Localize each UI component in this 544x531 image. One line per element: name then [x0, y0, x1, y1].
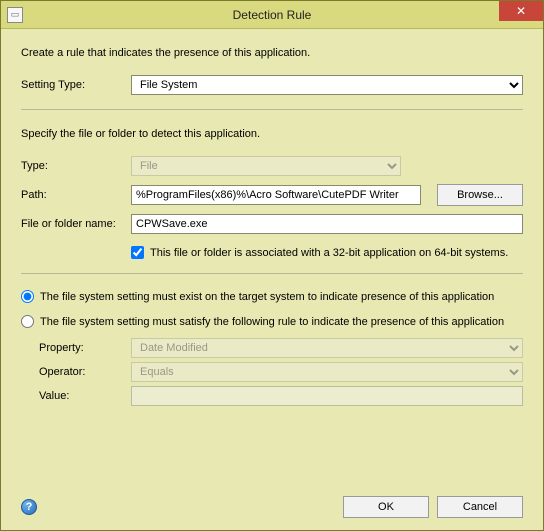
property-select: Date Modified: [131, 338, 523, 358]
assoc-32bit-checkbox[interactable]: [131, 246, 144, 259]
browse-button[interactable]: Browse...: [437, 184, 523, 206]
operator-label: Operator:: [39, 366, 131, 378]
type-select: File: [131, 156, 401, 176]
detection-rule-window: ▭ Detection Rule ✕ Create a rule that in…: [0, 0, 544, 531]
radio-exist[interactable]: [21, 290, 34, 303]
value-label: Value:: [39, 390, 131, 402]
intro-text: Create a rule that indicates the presenc…: [21, 47, 523, 59]
cancel-button[interactable]: Cancel: [437, 496, 523, 518]
filename-input[interactable]: [131, 214, 523, 234]
radio-rule[interactable]: [21, 315, 34, 328]
specify-text: Specify the file or folder to detect thi…: [21, 128, 523, 140]
filename-row: File or folder name:: [21, 214, 523, 234]
window-title: Detection Rule: [1, 8, 543, 22]
setting-type-row: Setting Type: File System: [21, 75, 523, 95]
ok-button[interactable]: OK: [343, 496, 429, 518]
app-icon: ▭: [7, 7, 23, 23]
path-label: Path:: [21, 189, 131, 201]
assoc-32bit-label: This file or folder is associated with a…: [150, 247, 508, 259]
titlebar: ▭ Detection Rule ✕: [1, 1, 543, 29]
type-row: Type: File: [21, 156, 523, 176]
radio-exist-label: The file system setting must exist on th…: [40, 291, 494, 303]
operator-row: Operator: Equals: [39, 362, 523, 382]
rule-subgroup: Property: Date Modified Operator: Equals…: [39, 334, 523, 410]
path-input[interactable]: [131, 185, 421, 205]
operator-select: Equals: [131, 362, 523, 382]
setting-type-select[interactable]: File System: [131, 75, 523, 95]
setting-type-label: Setting Type:: [21, 79, 131, 91]
close-icon: ✕: [516, 4, 526, 18]
radio-exist-row: The file system setting must exist on th…: [21, 290, 523, 303]
assoc-32bit-row: This file or folder is associated with a…: [131, 246, 523, 259]
client-area: Create a rule that indicates the presenc…: [1, 29, 543, 530]
value-row: Value:: [39, 386, 523, 406]
radio-rule-row: The file system setting must satisfy the…: [21, 315, 523, 328]
separator-1: [21, 109, 523, 110]
path-row: Path: Browse...: [21, 184, 523, 206]
radio-rule-label: The file system setting must satisfy the…: [40, 316, 504, 328]
close-button[interactable]: ✕: [499, 1, 543, 21]
property-row: Property: Date Modified: [39, 338, 523, 358]
separator-2: [21, 273, 523, 274]
property-label: Property:: [39, 342, 131, 354]
footer: ? OK Cancel: [21, 486, 523, 518]
type-label: Type:: [21, 160, 131, 172]
help-icon[interactable]: ?: [21, 499, 37, 515]
value-input: [131, 386, 523, 406]
filename-label: File or folder name:: [21, 218, 131, 230]
